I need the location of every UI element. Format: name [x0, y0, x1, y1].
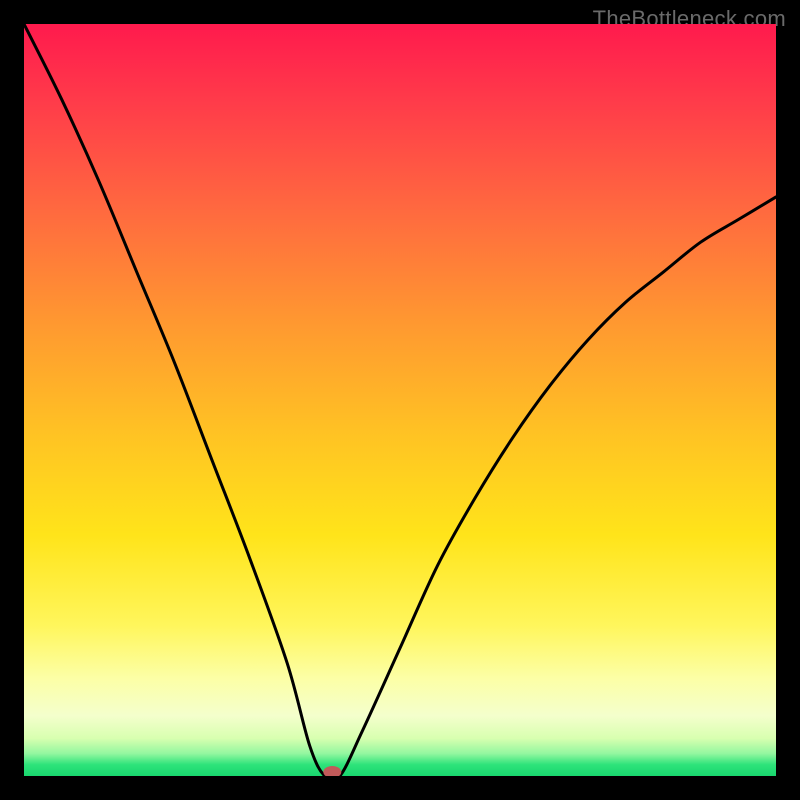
plot-area — [24, 24, 776, 776]
bottleneck-curve — [24, 24, 776, 776]
chart-frame: TheBottleneck.com — [0, 0, 800, 800]
